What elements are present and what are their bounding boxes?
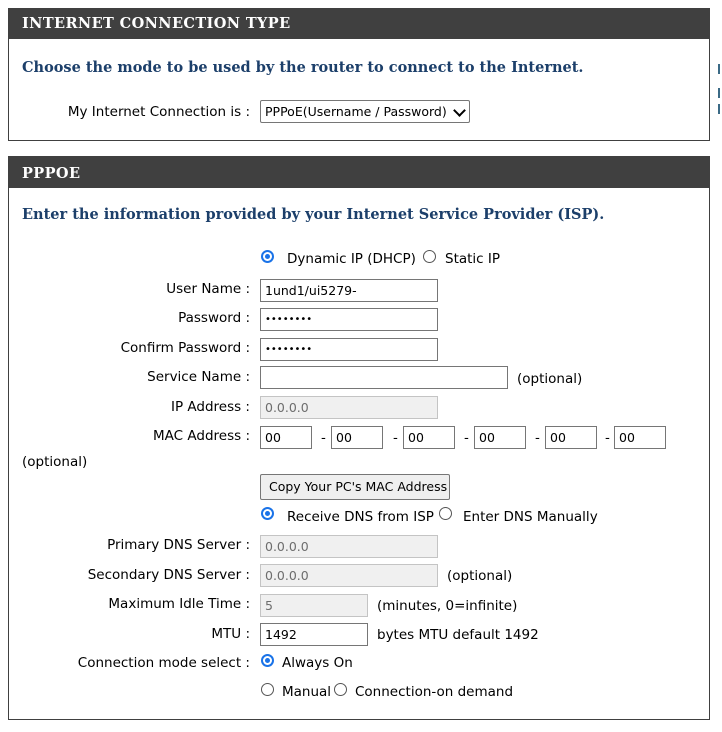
mac-octet-6-input[interactable]: 00	[614, 426, 666, 449]
manual-label: Manual	[282, 684, 332, 700]
always-on-label: Always On	[282, 655, 353, 671]
receive-dns-from-isp-radio[interactable]	[261, 507, 274, 520]
connection-mode-label: Connection mode select :	[77, 655, 250, 671]
section-intro: Choose the mode to be used by the router…	[22, 59, 584, 76]
ip-address-input: 0.0.0.0	[260, 396, 438, 419]
password-input[interactable]: ••••••••	[260, 308, 438, 331]
dynamic-ip-radio[interactable]	[261, 250, 274, 263]
mac-separator: -	[464, 430, 469, 446]
secondary-dns-label: Secondary DNS Server :	[87, 567, 250, 583]
secondary-dns-hint: (optional)	[447, 568, 513, 584]
section-title: PPPOE	[9, 157, 709, 188]
mac-separator: -	[605, 430, 610, 446]
copy-mac-address-button[interactable]: Copy Your PC's MAC Address	[260, 474, 450, 500]
mtu-input[interactable]: 1492	[260, 623, 368, 646]
edge-mark	[718, 104, 720, 114]
mac-address-hint: (optional)	[22, 454, 88, 470]
password-label: Password :	[178, 310, 250, 326]
ip-address-label: IP Address :	[170, 399, 250, 415]
manual-radio[interactable]	[261, 683, 274, 696]
service-name-hint: (optional)	[517, 371, 583, 387]
connection-type-value: PPPoE(Username / Password)	[265, 104, 447, 119]
primary-dns-label: Primary DNS Server :	[107, 537, 250, 553]
page-scrollbar-edge	[714, 0, 722, 732]
enter-dns-manually-label: Enter DNS Manually	[463, 509, 598, 525]
confirm-password-label: Confirm Password :	[120, 340, 250, 356]
mac-address-label: MAC Address :	[153, 428, 250, 444]
static-ip-radio[interactable]	[423, 250, 436, 263]
mtu-hint: bytes MTU default 1492	[377, 627, 539, 643]
connection-type-label: My Internet Connection is :	[67, 104, 250, 120]
primary-dns-input: 0.0.0.0	[260, 535, 438, 558]
connection-on-demand-label: Connection-on demand	[355, 684, 514, 700]
mac-octet-3-input[interactable]: 00	[403, 426, 455, 449]
mac-separator: -	[321, 430, 326, 446]
secondary-dns-input: 0.0.0.0	[260, 564, 438, 587]
mac-octet-4-input[interactable]: 00	[474, 426, 526, 449]
mac-separator: -	[535, 430, 540, 446]
enter-dns-manually-radio[interactable]	[439, 507, 452, 520]
confirm-password-input[interactable]: ••••••••	[260, 338, 438, 361]
user-name-label: User Name :	[166, 281, 250, 297]
section-intro: Enter the information provided by your I…	[22, 206, 605, 223]
mac-octet-5-input[interactable]: 00	[545, 426, 597, 449]
edge-mark	[718, 88, 720, 98]
connection-on-demand-radio[interactable]	[334, 683, 347, 696]
max-idle-time-input: 5	[260, 594, 368, 617]
mtu-label: MTU :	[211, 626, 250, 642]
mac-octet-2-input[interactable]: 00	[331, 426, 383, 449]
dynamic-ip-label: Dynamic IP (DHCP)	[287, 251, 416, 267]
mac-octet-1-input[interactable]: 00	[260, 426, 312, 449]
section-title: INTERNET CONNECTION TYPE	[9, 9, 709, 39]
service-name-label: Service Name :	[147, 369, 250, 385]
mac-separator: -	[393, 430, 398, 446]
receive-dns-from-isp-label: Receive DNS from ISP	[287, 509, 434, 525]
chevron-down-icon	[453, 104, 466, 117]
user-name-input[interactable]: 1und1/ui5279-146@online.c	[260, 279, 438, 302]
connection-type-select[interactable]: PPPoE(Username / Password)	[260, 100, 470, 123]
max-idle-time-label: Maximum Idle Time :	[108, 596, 250, 612]
static-ip-label: Static IP	[445, 251, 501, 267]
service-name-input[interactable]	[260, 366, 508, 389]
always-on-radio[interactable]	[261, 654, 274, 667]
edge-mark	[718, 64, 720, 74]
max-idle-time-hint: (minutes, 0=infinite)	[377, 598, 518, 614]
